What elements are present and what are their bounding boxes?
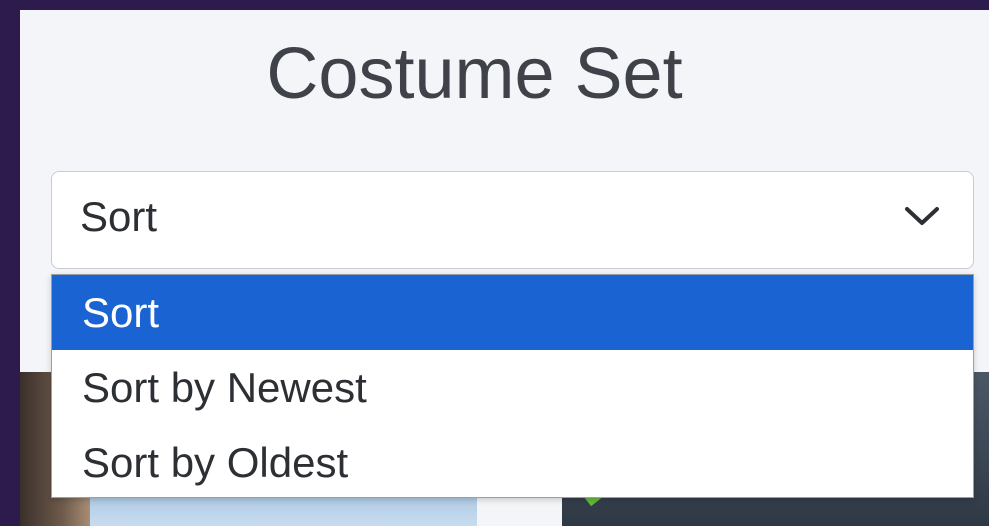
sort-option-label: Sort by Oldest <box>82 439 349 486</box>
sort-dropdown-list: Sort Sort by Newest Sort by Oldest <box>51 274 974 498</box>
sort-option[interactable]: Sort by Newest <box>52 350 973 425</box>
chevron-down-icon <box>905 207 939 225</box>
sort-select[interactable]: Sort <box>51 171 974 269</box>
page-title: Costume Set <box>266 34 683 114</box>
sort-select-value: Sort <box>80 193 158 240</box>
sort-option-label: Sort <box>82 289 160 336</box>
sort-option[interactable]: Sort <box>52 275 973 350</box>
sort-option-label: Sort by Newest <box>82 364 367 411</box>
sort-option[interactable]: Sort by Oldest <box>52 425 973 500</box>
